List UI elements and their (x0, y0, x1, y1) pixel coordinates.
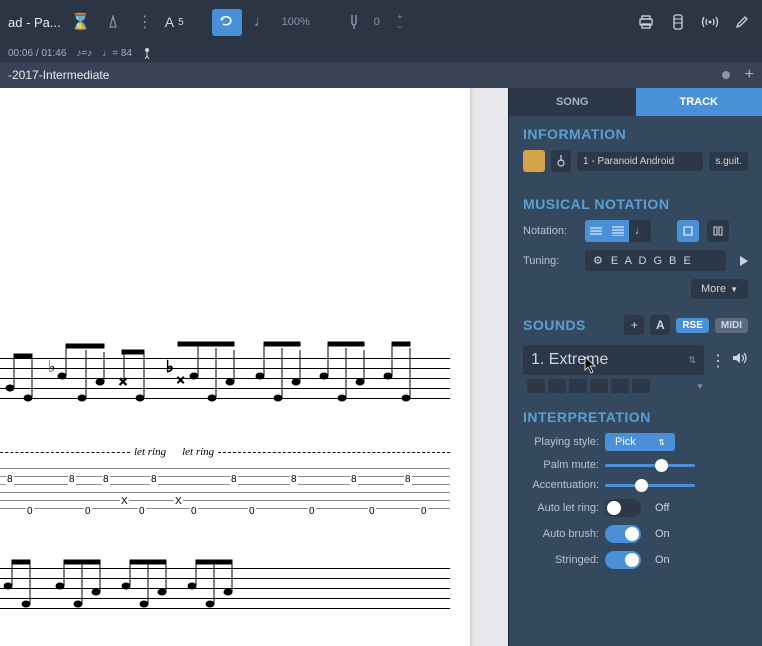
plus-minus-icon[interactable]: +− (388, 10, 412, 34)
print-icon[interactable] (634, 10, 658, 34)
notation-label: Notation: (523, 225, 579, 237)
score-page: ♭ ✕ ♭ ✕ (0, 88, 470, 646)
svg-text:♭: ♭ (166, 359, 174, 376)
auto-brush-label: Auto brush: (523, 528, 599, 540)
sounds-title: SOUNDS (523, 317, 586, 333)
stringed-label: Stringed: (523, 554, 599, 566)
add-tab-button[interactable]: + (745, 66, 754, 84)
svg-text:♭: ♭ (48, 359, 56, 376)
loop-button[interactable] (212, 9, 242, 36)
fx-icon-5[interactable] (611, 379, 629, 393)
notation-opt1-button[interactable] (677, 220, 699, 242)
sound-menu-icon[interactable]: ⋮ (710, 345, 726, 371)
notation-opt2-button[interactable] (707, 220, 729, 242)
playing-style-select[interactable]: Pick ⇅ (605, 433, 675, 451)
notation-standard-button[interactable] (585, 220, 607, 242)
svg-text:✕: ✕ (118, 375, 128, 389)
add-sound-button[interactable]: + (624, 315, 644, 335)
chevron-updown-icon: ⇅ (688, 355, 696, 366)
svg-text:✕: ✕ (176, 375, 185, 387)
chevron-down-icon: ▼ (730, 285, 738, 294)
gear-icon: ⚙ (593, 254, 605, 267)
let-ring-row: let ring let ring (0, 446, 450, 458)
stringed-toggle[interactable] (605, 551, 641, 569)
tuning-fork-icon[interactable] (342, 10, 366, 34)
auto-brush-toggle[interactable] (605, 525, 641, 543)
notation-slash-button[interactable]: ♩ (629, 220, 651, 242)
chevron-updown-icon: ⇅ (658, 438, 665, 447)
score-viewport[interactable]: ♭ ✕ ♭ ✕ (0, 88, 508, 646)
fretboard-icon[interactable] (666, 10, 690, 34)
quarter-note-icon[interactable]: ♩ (250, 10, 274, 34)
notation-lower (0, 556, 450, 626)
instrument-icon[interactable] (551, 150, 571, 172)
broadcast-icon[interactable] (698, 10, 722, 34)
sound-effect-icons: ▼ (523, 379, 704, 393)
fx-icon-6[interactable] (632, 379, 650, 393)
tempo-note-equiv: ♪=♪ (76, 48, 92, 59)
instrument-short[interactable]: s.guit. (709, 152, 748, 171)
sound-a-button[interactable]: A (650, 315, 670, 335)
tuner-value: 0 (374, 16, 380, 28)
fx-icon-1[interactable] (527, 379, 545, 393)
tab-song[interactable]: SONG (509, 88, 636, 116)
play-tuning-button[interactable] (740, 256, 748, 266)
document-tabstrip: -2017-Intermediate + (0, 62, 762, 88)
section-sounds: SOUNDS + A RSE MIDI 1. Extreme ⇅ (509, 305, 762, 399)
playback-infobar: 00:06 / 01:46 ♪=♪ ♩= 84 (0, 44, 762, 62)
palm-mute-slider[interactable] (605, 464, 695, 467)
notation-title: MUSICAL NOTATION (523, 196, 748, 212)
chevron-down-icon[interactable]: ▼ (696, 382, 704, 391)
track-color-swatch[interactable] (523, 150, 545, 172)
accentuation-slider[interactable] (605, 484, 695, 487)
information-title: INFORMATION (523, 126, 748, 142)
tab-track[interactable]: TRACK (636, 88, 762, 116)
more-button[interactable]: More ▼ (691, 279, 748, 299)
section-interpretation: INTERPRETATION Playing style: Pick ⇅ Pal… (509, 399, 762, 583)
sound-select[interactable]: 1. Extreme ⇅ (523, 345, 704, 375)
inspector-sidebar: SONG TRACK INFORMATION 1 - Paranoid Andr… (508, 88, 762, 646)
auto-let-ring-toggle[interactable] (605, 499, 641, 517)
track-name-field[interactable]: 1 - Paranoid Android (577, 152, 703, 171)
count-in-icon[interactable] (142, 47, 152, 59)
close-tab-icon[interactable] (722, 71, 730, 79)
fx-icon-2[interactable] (548, 379, 566, 393)
section-notation: MUSICAL NOTATION Notation: ♩ Tuning: ⚙ E… (509, 186, 762, 305)
playing-style-label: Playing style: (523, 436, 599, 448)
interpretation-title: INTERPRETATION (523, 409, 748, 425)
font-size-control[interactable]: A 5 (165, 14, 184, 30)
section-information: INFORMATION 1 - Paranoid Android s.guit. (509, 116, 762, 186)
edit-icon[interactable] (730, 10, 754, 34)
document-title: ad - Pa... (8, 15, 61, 30)
playback-time: 00:06 / 01:46 (8, 48, 66, 59)
midi-badge[interactable]: MIDI (715, 318, 748, 333)
accentuation-label: Accentuation: (523, 479, 599, 491)
auto-let-ring-label: Auto let ring: (523, 502, 599, 514)
tempo-value: ♩= 84 (102, 48, 132, 59)
dots-icon[interactable]: ⋮ (133, 10, 157, 34)
fx-icon-3[interactable] (569, 379, 587, 393)
tuning-label: Tuning: (523, 255, 579, 267)
tuning-field[interactable]: ⚙ E A D G B E (585, 250, 726, 271)
hourglass-icon[interactable]: ⌛ (69, 10, 93, 34)
zoom-value[interactable]: 100% (282, 16, 310, 28)
fx-icon-4[interactable] (590, 379, 608, 393)
metronome-icon[interactable] (101, 10, 125, 34)
rse-badge[interactable]: RSE (676, 318, 709, 333)
top-toolbar: ad - Pa... ⌛ ⋮ A 5 ♩ 100% 0 +− (0, 0, 762, 44)
speaker-icon[interactable] (732, 345, 748, 370)
document-tab[interactable]: -2017-Intermediate (8, 68, 109, 82)
notation-beam-group: ♭ ✕ ♭ ✕ (0, 326, 450, 426)
palm-mute-label: Palm mute: (523, 459, 599, 471)
notation-tab-button[interactable] (607, 220, 629, 242)
